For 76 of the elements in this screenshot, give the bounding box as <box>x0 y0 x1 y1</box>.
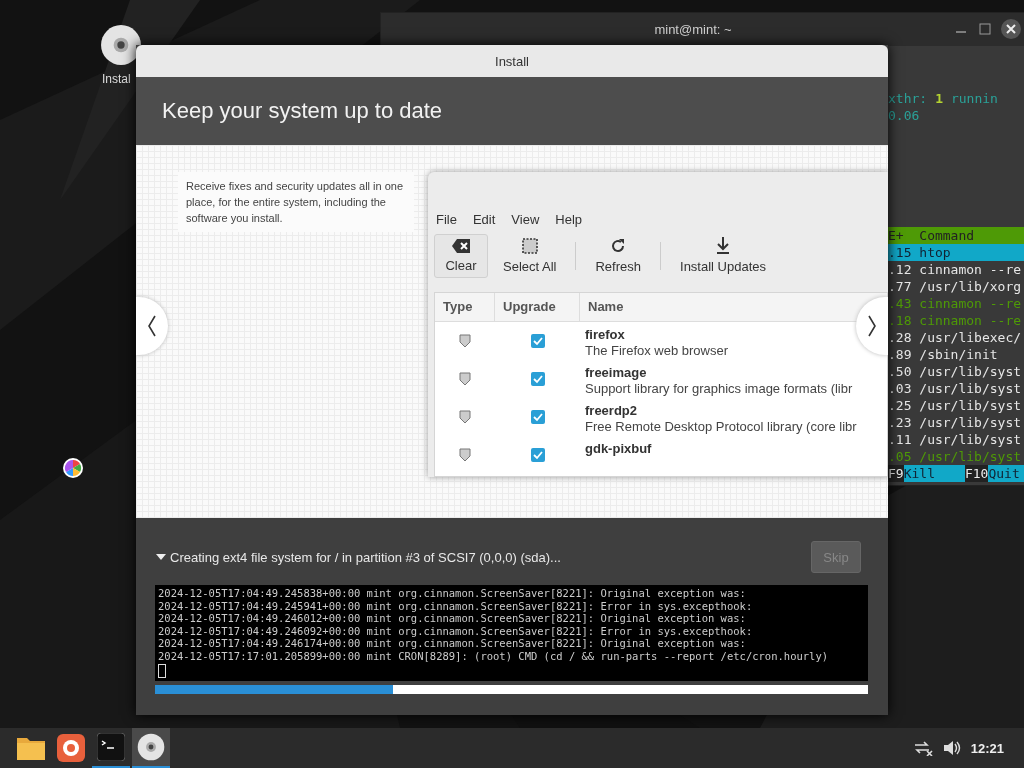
process-row[interactable]: .15 htop <box>888 244 1024 261</box>
key-action[interactable]: Quit <box>988 465 1024 482</box>
close-icon[interactable] <box>1001 19 1021 39</box>
process-row[interactable]: .23 /usr/lib/syst <box>888 414 1024 431</box>
log-line: 2024-12-05T17:17:01.205899+00:00 mint CRON[8289]: (root) CMD (cd / && run-parts --report /etc/cron.hourly) <box>158 649 830 663</box>
process-row[interactable]: .50 /usr/lib/syst <box>888 363 1024 380</box>
terminal-text: 1 <box>935 90 943 107</box>
toolbar-button[interactable]: Refresh <box>584 232 652 279</box>
window-title: mint@mint: ~ <box>654 22 732 37</box>
package-name: freerdp2 <box>585 403 639 419</box>
text-cursor <box>158 663 166 678</box>
backspace-icon <box>452 238 470 253</box>
package-description: The Firefox web browser <box>585 343 730 359</box>
select-all-icon <box>521 237 538 254</box>
menu-item[interactable]: File <box>436 212 457 227</box>
column-header[interactable]: Upgrade <box>495 293 580 321</box>
menu-item[interactable]: Edit <box>472 212 496 227</box>
package-description: Support library for graphics image formats (libr <box>585 381 854 397</box>
process-row[interactable]: .28 /usr/libexec/ <box>888 329 1024 346</box>
checkbox[interactable] <box>530 410 545 424</box>
terminal-text: xthr: <box>888 90 928 107</box>
checkbox[interactable] <box>530 334 545 348</box>
key-label: F9 <box>888 465 904 482</box>
process-row[interactable]: .11 /usr/lib/syst <box>888 431 1024 448</box>
terminal-text: runnin <box>950 90 998 107</box>
desktop-icon-label[interactable]: Instal <box>102 72 131 86</box>
window-title: Install <box>495 53 529 69</box>
process-row[interactable]: .03 /usr/lib/syst <box>888 380 1024 397</box>
menu-item[interactable]: View <box>511 212 540 227</box>
process-row[interactable]: .12 cinnamon --re <box>888 261 1024 278</box>
taskbar-app-button[interactable] <box>132 728 170 768</box>
shield-icon <box>459 334 471 348</box>
key-label: F10 <box>964 465 989 482</box>
log-line: 2024-12-05T17:04:49.245941+00:00 mint org.cinnamon.ScreenSaver[8221]: Error in sys.excepthook: <box>158 599 754 613</box>
volume-icon[interactable] <box>942 740 961 756</box>
terminal-icon <box>97 733 125 761</box>
package-description: Free Remote Desktop Protocol library (core libr <box>585 419 858 435</box>
package-name: freeimage <box>585 365 648 381</box>
shield-icon <box>459 410 471 424</box>
chevron-left-icon <box>147 314 157 338</box>
page-heading: Keep your system up to date <box>162 98 443 124</box>
package-name: gdk-pixbuf <box>585 441 653 457</box>
checkbox[interactable] <box>530 372 545 386</box>
shield-icon <box>459 372 471 386</box>
chevron-right-icon <box>867 314 877 338</box>
browser-icon <box>57 734 85 762</box>
disc-icon <box>137 733 165 761</box>
toolbar-button[interactable]: Select All <box>492 232 568 279</box>
package-name: firefox <box>585 327 626 343</box>
status-text: Creating ext4 file system for / in partition #3 of SCSI7 (0,0,0) (sda)... <box>170 549 561 565</box>
key-action[interactable]: Kill <box>903 465 965 482</box>
process-row[interactable]: .89 /sbin/init <box>888 346 1024 363</box>
log-line: 2024-12-05T17:04:49.246012+00:00 mint org.cinnamon.ScreenSaver[8221]: Original exception was: <box>158 612 747 625</box>
column-header[interactable]: Name <box>580 293 632 321</box>
log-line: 2024-12-05T17:04:49.246174+00:00 mint org.cinnamon.ScreenSaver[8221]: Original exception was: <box>158 637 747 650</box>
download-icon <box>716 237 730 254</box>
log-line: 2024-12-05T17:04:49.246092+00:00 mint org.cinnamon.ScreenSaver[8221]: Error in sys.excepthook: <box>158 624 754 638</box>
toolbar-button[interactable]: Clear <box>434 233 488 278</box>
menu-item[interactable]: Help <box>555 212 583 227</box>
process-row[interactable]: .25 /usr/lib/syst <box>888 397 1024 414</box>
previous-slide-button[interactable] <box>136 297 168 355</box>
shield-icon <box>459 448 471 462</box>
network-disconnected-icon[interactable] <box>912 740 933 756</box>
column-header: E+ Command <box>888 227 1024 244</box>
folder-icon <box>17 736 45 760</box>
terminal-text: 0.06 <box>888 107 921 124</box>
process-row[interactable]: .77 /usr/lib/xorg <box>888 278 1024 295</box>
toolbar-button[interactable]: Install Updates <box>669 232 777 279</box>
busy-cursor-icon <box>62 457 84 479</box>
expander-icon[interactable] <box>155 552 167 562</box>
checkbox[interactable] <box>530 448 545 462</box>
log-line: 2024-12-05T17:04:49.245838+00:00 mint org.cinnamon.ScreenSaver[8221]: Original exception was: <box>158 587 747 600</box>
refresh-icon <box>610 237 627 254</box>
column-header[interactable]: Type <box>435 293 495 321</box>
slide-caption: Receive fixes and security updates all in one place, for the entire system, including the software you install. <box>178 172 414 232</box>
clock[interactable]: 12:21 <box>970 740 1004 756</box>
